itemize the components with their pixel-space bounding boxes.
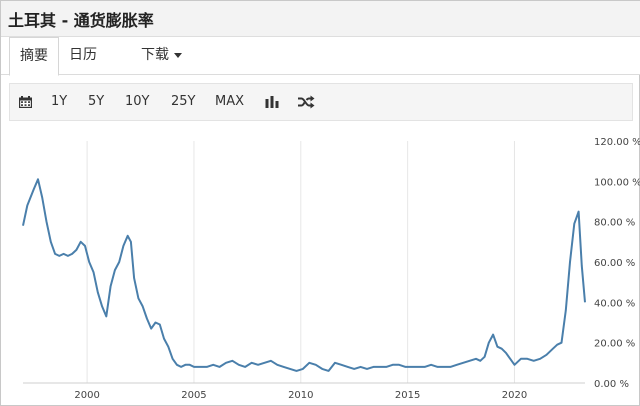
y-tick-label: 80.00 %: [594, 218, 635, 229]
tab-summary[interactable]: 摘要: [9, 37, 59, 76]
y-tick-label: 120.00 %: [594, 137, 640, 148]
calendar-icon[interactable]: [19, 96, 32, 108]
tab-bar: 摘要 日历 下载: [1, 37, 640, 76]
range-5y-button[interactable]: 5Y: [88, 84, 104, 120]
tab-download-label: 下载: [141, 47, 169, 63]
inflation-series-line: [22, 178, 586, 372]
inflation-line-chart: 2000 2005 2010 2015 2020 0.00 % 20.00 % 40.00 %…: [22, 137, 640, 401]
x-tick-label: 2020: [502, 390, 527, 401]
shuffle-icon[interactable]: [298, 95, 315, 109]
tab-calendar[interactable]: 日历: [69, 37, 97, 75]
range-25y-button[interactable]: 25Y: [171, 84, 195, 120]
chart-toolbar: 1Y 5Y 10Y 25Y MAX: [9, 83, 633, 121]
title-bar: 土耳其 - 通货膨胀率: [1, 1, 640, 37]
y-tick-label: 20.00 %: [594, 339, 635, 350]
x-tick-label: 2000: [74, 390, 99, 401]
bar-chart-icon[interactable]: [265, 96, 279, 108]
x-tick-label: 2015: [395, 390, 420, 401]
chart-widget: 土耳其 - 通货膨胀率 摘要 日历 下载 1Y 5Y 10Y 25Y MAX 2…: [0, 0, 640, 406]
y-tick-label: 40.00 %: [594, 298, 635, 309]
range-max-button[interactable]: MAX: [215, 84, 244, 120]
tab-download[interactable]: 下载: [141, 37, 182, 75]
range-1y-button[interactable]: 1Y: [51, 84, 67, 120]
page-title: 土耳其 - 通货膨胀率: [8, 11, 154, 30]
y-tick-label: 0.00 %: [594, 379, 629, 390]
x-tick-label: 2010: [288, 390, 313, 401]
range-10y-button[interactable]: 10Y: [125, 84, 149, 120]
caret-down-icon: [174, 52, 182, 58]
y-tick-label: 100.00 %: [594, 177, 640, 188]
y-tick-label: 60.00 %: [594, 258, 635, 269]
x-tick-label: 2005: [181, 390, 206, 401]
